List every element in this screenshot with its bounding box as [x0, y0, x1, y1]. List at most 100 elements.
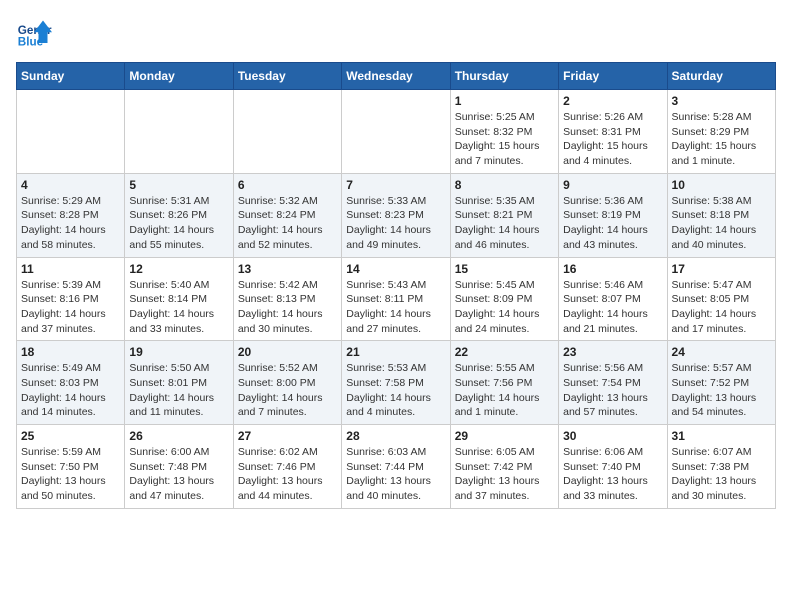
day-number: 9: [563, 178, 662, 192]
day-cell: [342, 90, 450, 174]
day-number: 21: [346, 345, 445, 359]
day-cell: 29 Sunrise: 6:05 AM Sunset: 7:42 PM Dayli…: [450, 425, 558, 509]
weekday-header-thursday: Thursday: [450, 63, 558, 90]
day-cell: 26Sunrise: 6:00 AM Sunset: 7:48 PM Dayli…: [125, 425, 233, 509]
calendar: SundayMondayTuesdayWednesdayThursdayFrid…: [16, 62, 776, 509]
day-number: 30: [563, 429, 662, 443]
day-info: Sunrise: 5:32 AM Sunset: 8:24 PM Dayligh…: [238, 194, 337, 253]
day-cell: 16 Sunrise: 5:46 AM Sunset: 8:07 PM Dayli…: [559, 257, 667, 341]
day-number: 28: [346, 429, 445, 443]
day-info: Sunrise: 5:47 AM Sunset: 8:05 PM Dayligh…: [672, 278, 771, 337]
day-cell: 9 Sunrise: 5:36 AM Sunset: 8:19 PM Daylig…: [559, 173, 667, 257]
day-cell: 3 Sunrise: 5:28 AM Sunset: 8:29 PM Daylig…: [667, 90, 775, 174]
day-cell: 12 Sunrise: 5:40 AM Sunset: 8:14 PM Dayli…: [125, 257, 233, 341]
day-cell: 25Sunrise: 5:59 AM Sunset: 7:50 PM Dayli…: [17, 425, 125, 509]
day-info: Sunrise: 6:05 AM Sunset: 7:42 PM Dayligh…: [455, 445, 554, 504]
week-row-3: 11Sunrise: 5:39 AM Sunset: 8:16 PM Dayli…: [17, 257, 776, 341]
day-number: 29: [455, 429, 554, 443]
day-number: 4: [21, 178, 120, 192]
day-number: 10: [672, 178, 771, 192]
day-number: 20: [238, 345, 337, 359]
day-number: 25: [21, 429, 120, 443]
day-cell: 15 Sunrise: 5:45 AM Sunset: 8:09 PM Dayli…: [450, 257, 558, 341]
day-number: 18: [21, 345, 120, 359]
day-number: 15: [455, 262, 554, 276]
weekday-header-wednesday: Wednesday: [342, 63, 450, 90]
day-number: 14: [346, 262, 445, 276]
day-info: Sunrise: 6:00 AM Sunset: 7:48 PM Dayligh…: [129, 445, 228, 504]
day-cell: 8 Sunrise: 5:35 AM Sunset: 8:21 PM Daylig…: [450, 173, 558, 257]
day-cell: [17, 90, 125, 174]
day-cell: 17 Sunrise: 5:47 AM Sunset: 8:05 PM Dayli…: [667, 257, 775, 341]
day-cell: 11Sunrise: 5:39 AM Sunset: 8:16 PM Dayli…: [17, 257, 125, 341]
day-cell: 22 Sunrise: 5:55 AM Sunset: 7:56 PM Dayli…: [450, 341, 558, 425]
header: General Blue: [16, 16, 776, 52]
day-number: 27: [238, 429, 337, 443]
weekday-header-tuesday: Tuesday: [233, 63, 341, 90]
day-number: 22: [455, 345, 554, 359]
day-info: Sunrise: 5:53 AM Sunset: 7:58 PM Dayligh…: [346, 361, 445, 420]
day-info: Sunrise: 5:28 AM Sunset: 8:29 PM Dayligh…: [672, 110, 771, 169]
day-info: Sunrise: 5:55 AM Sunset: 7:56 PM Dayligh…: [455, 361, 554, 420]
day-number: 19: [129, 345, 228, 359]
day-cell: 31 Sunrise: 6:07 AM Sunset: 7:38 PM Dayli…: [667, 425, 775, 509]
day-info: Sunrise: 5:50 AM Sunset: 8:01 PM Dayligh…: [129, 361, 228, 420]
day-cell: 19 Sunrise: 5:50 AM Sunset: 8:01 PM Dayli…: [125, 341, 233, 425]
day-cell: 21 Sunrise: 5:53 AM Sunset: 7:58 PM Dayli…: [342, 341, 450, 425]
day-cell: [125, 90, 233, 174]
day-cell: 1Sunrise: 5:25 AM Sunset: 8:32 PM Daylig…: [450, 90, 558, 174]
weekday-header-row: SundayMondayTuesdayWednesdayThursdayFrid…: [17, 63, 776, 90]
day-info: Sunrise: 5:25 AM Sunset: 8:32 PM Dayligh…: [455, 110, 554, 169]
day-info: Sunrise: 5:43 AM Sunset: 8:11 PM Dayligh…: [346, 278, 445, 337]
week-row-5: 25Sunrise: 5:59 AM Sunset: 7:50 PM Dayli…: [17, 425, 776, 509]
day-cell: 5Sunrise: 5:31 AM Sunset: 8:26 PM Daylig…: [125, 173, 233, 257]
day-info: Sunrise: 6:02 AM Sunset: 7:46 PM Dayligh…: [238, 445, 337, 504]
day-info: Sunrise: 5:42 AM Sunset: 8:13 PM Dayligh…: [238, 278, 337, 337]
day-cell: 7Sunrise: 5:33 AM Sunset: 8:23 PM Daylig…: [342, 173, 450, 257]
day-cell: 13 Sunrise: 5:42 AM Sunset: 8:13 PM Dayli…: [233, 257, 341, 341]
day-info: Sunrise: 5:57 AM Sunset: 7:52 PM Dayligh…: [672, 361, 771, 420]
weekday-header-friday: Friday: [559, 63, 667, 90]
weekday-header-sunday: Sunday: [17, 63, 125, 90]
day-info: Sunrise: 5:45 AM Sunset: 8:09 PM Dayligh…: [455, 278, 554, 337]
day-info: Sunrise: 5:26 AM Sunset: 8:31 PM Dayligh…: [563, 110, 662, 169]
day-info: Sunrise: 5:46 AM Sunset: 8:07 PM Dayligh…: [563, 278, 662, 337]
weekday-header-monday: Monday: [125, 63, 233, 90]
day-info: Sunrise: 5:49 AM Sunset: 8:03 PM Dayligh…: [21, 361, 120, 420]
day-cell: 28Sunrise: 6:03 AM Sunset: 7:44 PM Dayli…: [342, 425, 450, 509]
day-number: 17: [672, 262, 771, 276]
day-cell: 6 Sunrise: 5:32 AM Sunset: 8:24 PM Daylig…: [233, 173, 341, 257]
day-number: 13: [238, 262, 337, 276]
day-number: 2: [563, 94, 662, 108]
day-info: Sunrise: 6:07 AM Sunset: 7:38 PM Dayligh…: [672, 445, 771, 504]
day-cell: 20Sunrise: 5:52 AM Sunset: 8:00 PM Dayli…: [233, 341, 341, 425]
day-info: Sunrise: 6:06 AM Sunset: 7:40 PM Dayligh…: [563, 445, 662, 504]
day-cell: 2 Sunrise: 5:26 AM Sunset: 8:31 PM Daylig…: [559, 90, 667, 174]
day-info: Sunrise: 5:38 AM Sunset: 8:18 PM Dayligh…: [672, 194, 771, 253]
day-info: Sunrise: 5:40 AM Sunset: 8:14 PM Dayligh…: [129, 278, 228, 337]
day-number: 11: [21, 262, 120, 276]
logo: General Blue: [16, 16, 52, 52]
weekday-header-saturday: Saturday: [667, 63, 775, 90]
week-row-4: 18 Sunrise: 5:49 AM Sunset: 8:03 PM Dayli…: [17, 341, 776, 425]
day-cell: 18 Sunrise: 5:49 AM Sunset: 8:03 PM Dayli…: [17, 341, 125, 425]
week-row-2: 4 Sunrise: 5:29 AM Sunset: 8:28 PM Daylig…: [17, 173, 776, 257]
day-cell: 23 Sunrise: 5:56 AM Sunset: 7:54 PM Dayli…: [559, 341, 667, 425]
day-number: 8: [455, 178, 554, 192]
day-cell: 10 Sunrise: 5:38 AM Sunset: 8:18 PM Dayli…: [667, 173, 775, 257]
day-number: 5: [129, 178, 228, 192]
day-info: Sunrise: 5:29 AM Sunset: 8:28 PM Dayligh…: [21, 194, 120, 253]
logo-icon: General Blue: [16, 16, 52, 52]
day-number: 6: [238, 178, 337, 192]
day-info: Sunrise: 5:35 AM Sunset: 8:21 PM Dayligh…: [455, 194, 554, 253]
day-number: 24: [672, 345, 771, 359]
day-cell: 27 Sunrise: 6:02 AM Sunset: 7:46 PM Dayli…: [233, 425, 341, 509]
day-number: 16: [563, 262, 662, 276]
day-info: Sunrise: 5:56 AM Sunset: 7:54 PM Dayligh…: [563, 361, 662, 420]
day-number: 31: [672, 429, 771, 443]
day-number: 23: [563, 345, 662, 359]
day-number: 12: [129, 262, 228, 276]
day-number: 3: [672, 94, 771, 108]
day-info: Sunrise: 5:36 AM Sunset: 8:19 PM Dayligh…: [563, 194, 662, 253]
day-info: Sunrise: 5:33 AM Sunset: 8:23 PM Dayligh…: [346, 194, 445, 253]
